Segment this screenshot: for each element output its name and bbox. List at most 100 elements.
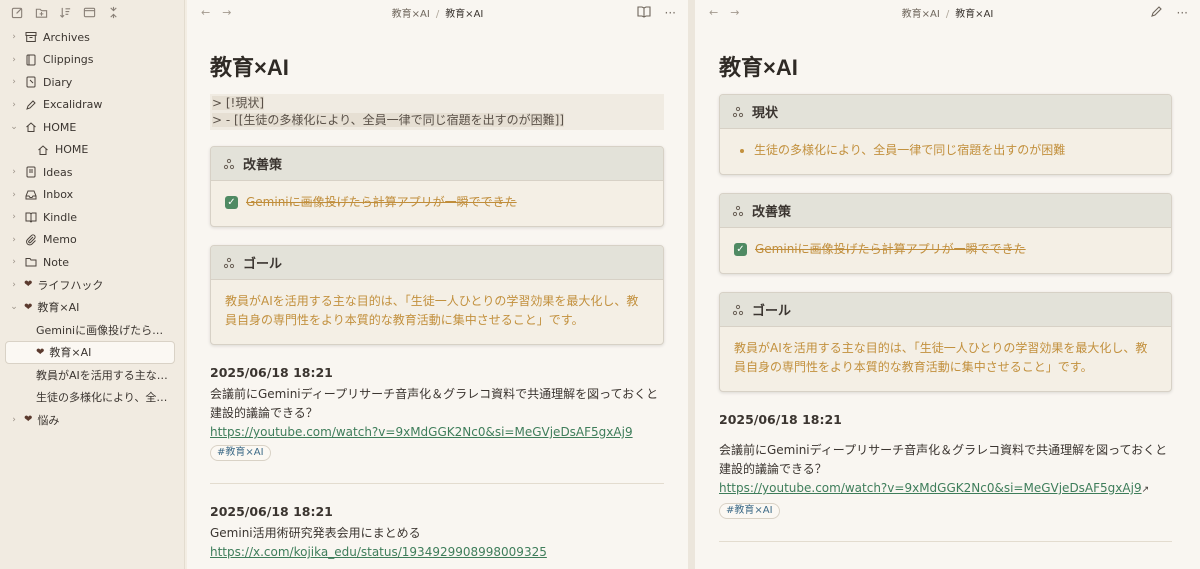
raw-callout-source[interactable]: > [!現状] > - [[生徒の多様化により、全員一律で同じ宿題を出すのが困難… <box>210 94 664 130</box>
breadcrumb-parent[interactable]: 教育×AI <box>902 9 940 20</box>
file-home[interactable]: HOME <box>0 139 185 162</box>
nav-buttons: ← → <box>201 6 231 19</box>
chevron-right-icon[interactable]: › <box>8 212 20 222</box>
entry-link[interactable]: https://x.com/kojika_edu/status/19349299… <box>210 545 547 559</box>
folder-memo[interactable]: › Memo <box>0 229 185 252</box>
tag-pill[interactable]: #教育×AI <box>719 503 780 519</box>
folder-education-ai[interactable]: ⌄ ❤ 教育×AI <box>0 296 185 319</box>
breadcrumb-parent[interactable]: 教育×AI <box>392 9 430 20</box>
collapse-all-icon[interactable] <box>106 5 120 19</box>
file-student-diversity[interactable]: 生徒の多様化により、全員... <box>0 386 185 409</box>
task-link-text[interactable]: Geminiに画像投げたら計算アプリが一瞬でできた <box>755 240 1026 259</box>
reading-view-icon[interactable] <box>636 5 651 21</box>
callout-title: ゴール <box>752 304 792 319</box>
sidebar-item-label: Kindle <box>43 210 78 224</box>
chevron-right-icon[interactable]: › <box>8 55 20 65</box>
file-tree: › Archives › Clippings › Diary › Excalid… <box>0 26 185 431</box>
internal-link[interactable]: 生徒の多様化により、全員一律で同じ宿題を出すのが困難 <box>754 141 1065 160</box>
folder-note[interactable]: › Note <box>0 251 185 274</box>
chevron-right-icon[interactable]: › <box>8 257 20 267</box>
completed-task[interactable]: ✓ Geminiに画像投げたら計算アプリが一瞬でできた <box>225 193 649 212</box>
paperclip-icon <box>24 233 38 247</box>
checkbox-checked-icon[interactable]: ✓ <box>225 196 238 209</box>
new-folder-icon[interactable] <box>34 5 48 19</box>
breadcrumb-current[interactable]: 教育×AI <box>955 9 993 20</box>
callout-current-state[interactable]: 現状 生徒の多様化により、全員一律で同じ宿題を出すのが困難 <box>719 94 1172 175</box>
folder-archives[interactable]: › Archives <box>0 26 185 49</box>
chevron-right-icon[interactable]: › <box>8 280 20 290</box>
callout-icon <box>732 106 744 117</box>
chevron-right-icon[interactable]: › <box>8 32 20 42</box>
heart-icon: ❤ <box>36 346 45 358</box>
chevron-down-icon[interactable]: ⌄ <box>8 122 20 132</box>
chevron-right-icon[interactable]: › <box>8 235 20 245</box>
goal-link-text[interactable]: 教員がAIを活用する主な目的は、「生徒一人ひとりの学習効果を最大化し、教員自身の… <box>211 280 663 344</box>
callout-body: 生徒の多様化により、全員一律で同じ宿題を出すのが困難 <box>720 129 1171 174</box>
back-arrow-icon[interactable]: ← <box>201 6 210 19</box>
folder-ideas[interactable]: › Ideas <box>0 161 185 184</box>
sidebar-item-label: Memo <box>43 233 77 247</box>
completed-task[interactable]: ✓ Geminiに画像投げたら計算アプリが一瞬でできた <box>734 240 1157 259</box>
note-content[interactable]: 教育×AI > [!現状] > - [[生徒の多様化により、全員一律で同じ宿題を… <box>210 50 664 562</box>
folder-inbox[interactable]: › Inbox <box>0 184 185 207</box>
callout-goal[interactable]: ゴール 教員がAIを活用する主な目的は、「生徒一人ひとりの学習効果を最大化し、教… <box>210 245 664 345</box>
chevron-right-icon[interactable]: › <box>8 190 20 200</box>
back-arrow-icon[interactable]: ← <box>709 6 718 19</box>
divider <box>719 541 1172 542</box>
file-gemini-image[interactable]: Geminiに画像投げたら計算... <box>0 319 185 342</box>
forward-arrow-icon[interactable]: → <box>222 6 231 19</box>
sidebar-item-label: 教育×AI <box>49 346 92 360</box>
sidebar-item-label: 生徒の多様化により、全員... <box>36 391 171 405</box>
sidebar-item-label: Inbox <box>43 188 74 202</box>
sidebar-item-label: Geminiに画像投げたら計算... <box>36 323 171 337</box>
more-options-icon[interactable]: ··· <box>1177 6 1188 20</box>
book-icon <box>24 53 38 67</box>
folder-clippings[interactable]: › Clippings <box>0 49 185 72</box>
callout-title: 現状 <box>752 106 779 121</box>
chevron-right-icon[interactable]: › <box>8 167 20 177</box>
chevron-right-icon[interactable]: › <box>8 415 20 425</box>
inbox-icon <box>24 188 38 202</box>
entry-text: 会議前にGeminiディープリサーチ音声化＆グラレコ資料で共通理解を図っておくと… <box>719 443 1168 476</box>
sidebar-item-label: HOME <box>55 143 89 157</box>
callout-icon <box>732 205 744 216</box>
folder-excalidraw[interactable]: › Excalidraw <box>0 94 185 117</box>
callout-improvement[interactable]: 改善策 ✓ Geminiに画像投げたら計算アプリが一瞬でできた <box>210 146 664 227</box>
note-content[interactable]: 教育×AI 現状 生徒の多様化により、全員一律で同じ宿題を出すのが困難 改善策 … <box>719 50 1172 560</box>
file-teacher-ai-purpose[interactable]: 教員がAIを活用する主な目... <box>0 364 185 387</box>
note-title[interactable]: 教育×AI <box>210 50 664 82</box>
kindle-icon <box>24 210 38 224</box>
folder-lifehack[interactable]: › ❤ ライフハック <box>0 274 185 297</box>
callout-goal[interactable]: ゴール 教員がAIを活用する主な目的は、「生徒一人ひとりの学習効果を最大化し、教… <box>719 292 1172 392</box>
tag-pill[interactable]: #教育×AI <box>210 445 271 461</box>
file-explorer-sidebar: › Archives › Clippings › Diary › Excalid… <box>0 0 185 569</box>
folder-diary[interactable]: › Diary <box>0 71 185 94</box>
sort-icon[interactable] <box>58 5 72 19</box>
folder-home[interactable]: ⌄ HOME <box>0 116 185 139</box>
file-education-ai-active[interactable]: ❤ 教育×AI <box>5 341 175 364</box>
entry-link[interactable]: https://youtube.com/watch?v=9xMdGGK2Nc0&… <box>210 425 633 439</box>
chevron-right-icon[interactable]: › <box>8 100 20 110</box>
callout-improvement[interactable]: 改善策 ✓ Geminiに画像投げたら計算アプリが一瞬でできた <box>719 193 1172 274</box>
pane-divider[interactable] <box>688 0 695 569</box>
breadcrumb-current[interactable]: 教育×AI <box>445 9 483 20</box>
chevron-down-icon[interactable]: ⌄ <box>8 302 20 312</box>
log-entry: 2025/06/18 18:21 会議前にGeminiディープリサーチ音声化＆グ… <box>210 363 664 461</box>
entry-link[interactable]: https://youtube.com/watch?v=9xMdGGK2Nc0&… <box>719 481 1142 495</box>
checkbox-checked-icon[interactable]: ✓ <box>734 243 747 256</box>
more-options-icon[interactable]: ··· <box>665 6 676 20</box>
task-link-text[interactable]: Geminiに画像投げたら計算アプリが一瞬でできた <box>246 193 517 212</box>
callout-header: 改善策 <box>211 147 663 181</box>
goal-link-text[interactable]: 教員がAIを活用する主な目的は、「生徒一人ひとりの学習効果を最大化し、教員自身の… <box>720 327 1171 391</box>
auto-reveal-icon[interactable] <box>82 5 96 19</box>
log-entry: 2025/06/18 18:21 Gemini活用術研究発表会用にまとめる ht… <box>210 502 664 562</box>
entry-date: 2025/06/18 18:21 <box>719 412 842 427</box>
new-note-icon[interactable] <box>10 5 24 19</box>
folder-kindle[interactable]: › Kindle <box>0 206 185 229</box>
chevron-right-icon[interactable]: › <box>8 77 20 87</box>
edit-pencil-icon[interactable] <box>1150 5 1163 21</box>
callout-header: ゴール <box>720 293 1171 327</box>
folder-worries[interactable]: › ❤ 悩み <box>0 409 185 432</box>
forward-arrow-icon[interactable]: → <box>730 6 739 19</box>
entry-text: 会議前にGeminiディープリサーチ音声化＆グラレコ資料で共通理解を図っておくと… <box>210 387 659 420</box>
